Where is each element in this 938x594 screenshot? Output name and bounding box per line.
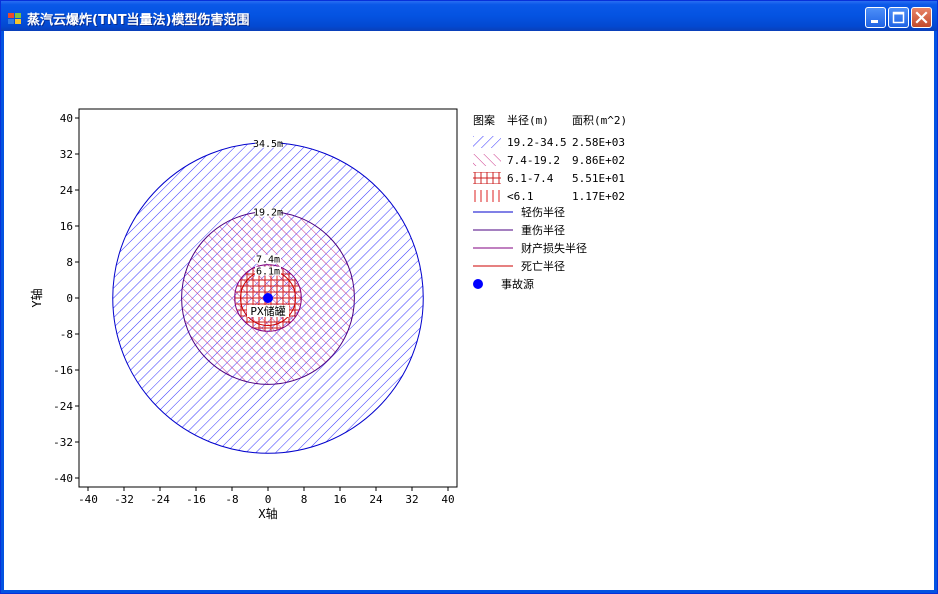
y-tick-label: 24 xyxy=(60,184,74,197)
legend-zone-area: 1.17E+02 xyxy=(572,190,625,203)
legend-line-label: 重伤半径 xyxy=(521,223,565,237)
source-label: PX储罐 xyxy=(250,304,285,318)
app-icon[interactable] xyxy=(8,10,22,24)
x-tick-label: -40 xyxy=(78,493,98,506)
y-tick-label: -16 xyxy=(53,364,73,377)
x-tick-label: 8 xyxy=(301,493,308,506)
title-bar[interactable]: 蒸汽云爆炸(TNT当量法)模型伤害范围 xyxy=(1,1,937,31)
legend-zone-area: 2.58E+03 xyxy=(572,136,625,149)
y-axis-title: Y轴 xyxy=(29,288,44,307)
radius-label-1: 34.5m xyxy=(253,139,283,150)
x-tick-label: -16 xyxy=(186,493,206,506)
legend-line-label: 轻伤半径 xyxy=(521,205,565,219)
y-tick-label: 16 xyxy=(60,220,73,233)
app-window: 蒸汽云爆炸(TNT当量法)模型伤害范围 34.5m 19.2m 7.4m 6.1… xyxy=(0,0,938,594)
window-border-bottom xyxy=(1,590,937,593)
y-tick-label: -32 xyxy=(53,436,73,449)
radius-label-2: 19.2m xyxy=(253,208,283,219)
minimize-button[interactable] xyxy=(865,7,886,28)
accident-source-point xyxy=(263,293,273,303)
x-tick-label: 24 xyxy=(369,493,383,506)
legend-marker-swatch xyxy=(473,279,483,289)
x-tick-label: 32 xyxy=(405,493,418,506)
y-tick-label: 32 xyxy=(60,148,73,161)
legend-swatch-cross-red xyxy=(473,172,501,184)
y-tick-label: -40 xyxy=(53,472,73,485)
legend-swatch-vertical-red xyxy=(473,190,501,202)
y-tick-label: -8 xyxy=(60,328,73,341)
x-tick-label: -8 xyxy=(225,493,238,506)
legend-header-radius: 半径(m) xyxy=(507,113,549,127)
window-border-right xyxy=(934,31,937,593)
x-axis-title: X轴 xyxy=(258,506,277,521)
maximize-button[interactable] xyxy=(888,7,909,28)
y-tick-label: 8 xyxy=(66,256,73,269)
y-tick-label: -24 xyxy=(53,400,73,413)
legend-zone-range: 19.2-34.5 xyxy=(507,136,567,149)
legend-zone-range: <6.1 xyxy=(507,190,534,203)
legend-zone-area: 5.51E+01 xyxy=(572,172,625,185)
legend-line-label: 财产损失半径 xyxy=(521,241,587,255)
legend-zone-range: 7.4-19.2 xyxy=(507,154,560,167)
legend-marker-label: 事故源 xyxy=(501,277,534,291)
close-icon xyxy=(915,11,928,24)
x-tick-label: 16 xyxy=(333,493,346,506)
window-title: 蒸汽云爆炸(TNT当量法)模型伤害范围 xyxy=(27,13,250,28)
legend-zone-range: 6.1-7.4 xyxy=(507,172,554,185)
minimize-icon xyxy=(871,20,878,23)
legend-swatch-hatch-magenta xyxy=(473,154,501,166)
legend-line-label: 死亡半径 xyxy=(521,259,565,273)
close-button[interactable] xyxy=(911,7,932,28)
damage-range-chart: 34.5m 19.2m 7.4m6.1m PX储罐 -40 -32 -24 -16 -8 0 8 1… xyxy=(29,108,627,521)
legend-zone-area: 9.86E+02 xyxy=(572,154,625,167)
x-tick-label: -24 xyxy=(150,493,170,506)
x-tick-label: 40 xyxy=(441,493,454,506)
maximize-icon xyxy=(892,11,905,24)
y-tick-label: 40 xyxy=(60,112,73,125)
y-tick-label: 0 xyxy=(66,292,73,305)
chart-canvas: 34.5m 19.2m 7.4m 6.1m PX储罐 -40 -32 -24 -16 -8 0 8 1… xyxy=(4,31,934,590)
radius-label-4: 6.1m xyxy=(256,267,280,278)
legend-swatch-hatch-blue xyxy=(473,136,501,148)
radius-label-3: 7.4m xyxy=(256,255,280,266)
x-tick-label: 0 xyxy=(265,493,272,506)
legend-header-pattern: 图案 xyxy=(473,113,495,127)
x-tick-label: -32 xyxy=(114,493,134,506)
legend-header-area: 面积(m^2) xyxy=(572,114,627,127)
